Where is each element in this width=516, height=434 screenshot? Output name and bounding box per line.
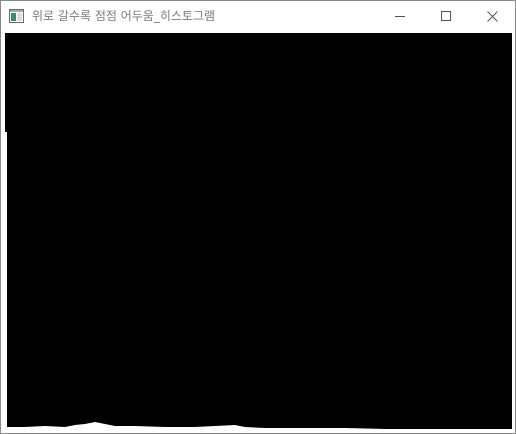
minimize-icon <box>395 16 405 17</box>
title-bar[interactable]: 위로 갈수록 점점 어두움_히스토그램 <box>1 1 515 31</box>
window-title: 위로 갈수록 점점 어두움_히스토그램 <box>32 9 216 23</box>
app-icon <box>9 8 24 23</box>
minimize-button[interactable] <box>377 1 423 31</box>
maximize-button[interactable] <box>423 1 469 31</box>
app-window: 위로 갈수록 점점 어두움_히스토그램 <box>0 0 516 434</box>
histogram-left-edge <box>5 132 7 430</box>
histogram-plot <box>5 132 512 430</box>
close-icon <box>486 10 498 22</box>
close-button[interactable] <box>469 1 515 31</box>
histogram-curve <box>5 422 512 430</box>
maximize-icon <box>441 11 451 21</box>
histogram-canvas <box>5 33 512 430</box>
